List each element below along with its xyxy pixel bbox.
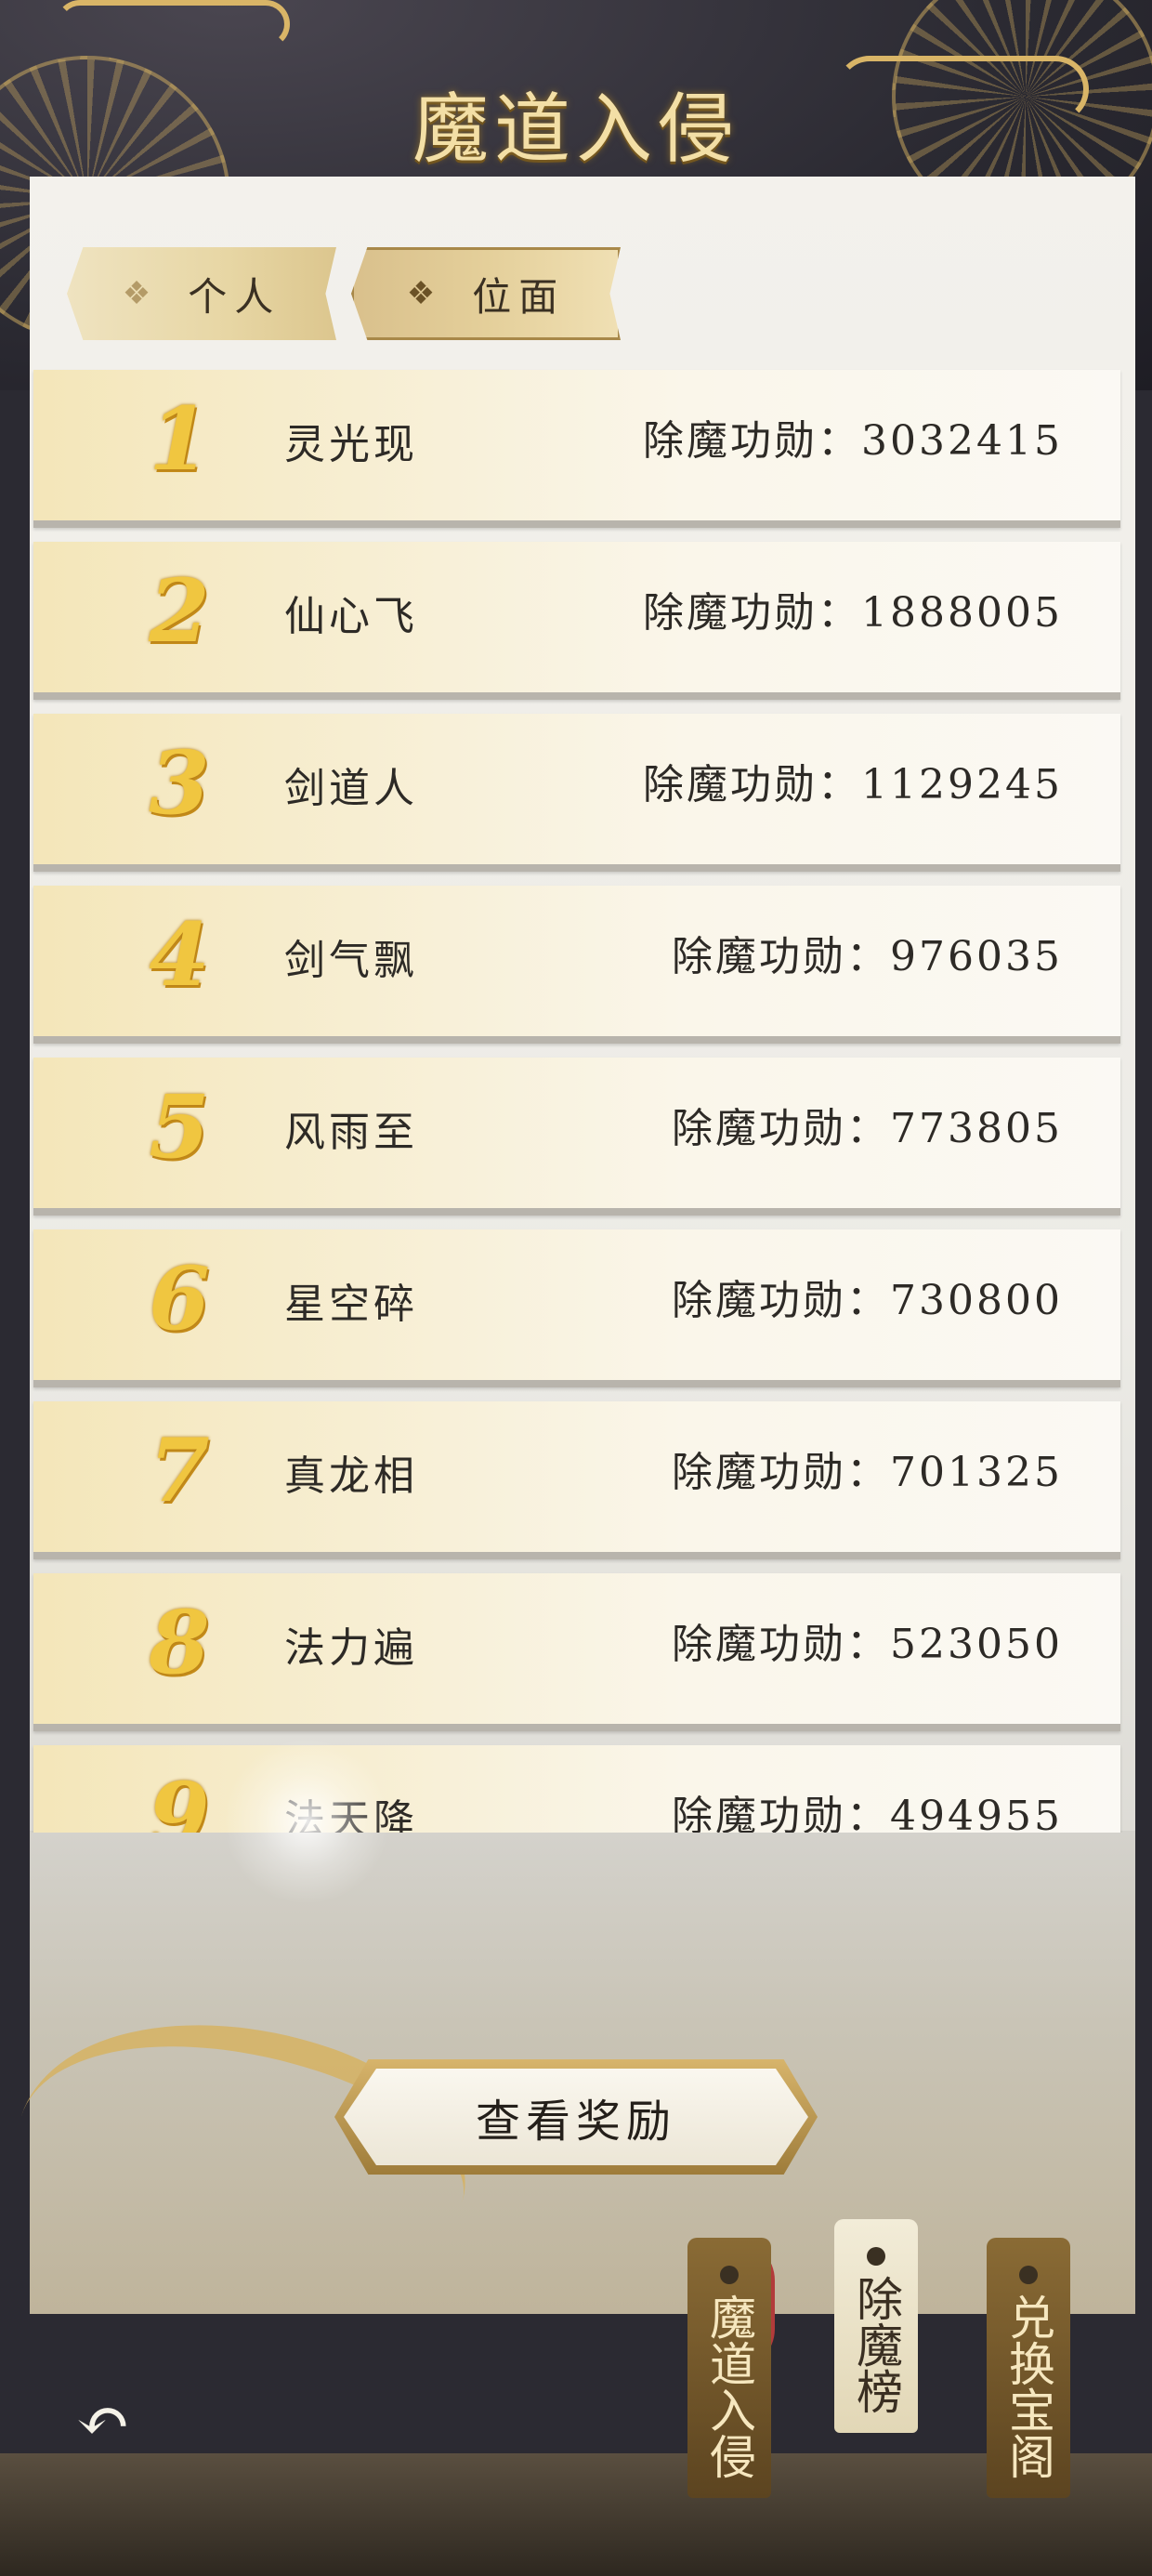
player-name: 星空碎: [284, 1281, 418, 1328]
merit-score: 除魔功勋：701325: [672, 1439, 1063, 1498]
rank-number: 6: [149, 1248, 210, 1350]
merit-label: 除魔功勋：: [643, 761, 862, 808]
merit-score: 除魔功勋：773805: [672, 1095, 1063, 1154]
merit-label: 除魔功勋：: [672, 933, 891, 980]
leaderboard-row: 7 真龙相 除魔功勋：701325: [33, 1401, 1120, 1559]
leaderboard-row: 3 剑道人 除魔功勋：1129245: [33, 714, 1120, 872]
rank-number: 1: [149, 388, 210, 491]
rank-number: 7: [149, 1420, 210, 1522]
merit-value: 773805: [890, 1105, 1063, 1152]
tag-hole: [720, 2266, 739, 2284]
rank-number: 9: [149, 1764, 210, 1833]
player-name: 风雨至: [284, 1109, 418, 1156]
merit-value: 1888005: [861, 589, 1063, 637]
tag-demon-ranking[interactable]: 除魔榜: [834, 2219, 918, 2433]
tab-label: 位面: [472, 273, 566, 320]
page-title: 魔道入侵: [412, 85, 740, 174]
diamond-icon: ❖: [406, 275, 436, 312]
tab-label: 个人: [188, 273, 281, 320]
merit-score: 除魔功勋：1888005: [643, 579, 1063, 638]
leaderboard-row: 6 星空碎 除魔功勋：730800: [33, 1229, 1120, 1387]
tab-personal[interactable]: ❖ 个人: [67, 247, 336, 340]
merit-score: 除魔功勋：730800: [672, 1267, 1063, 1326]
player-name: 剑道人: [284, 765, 418, 812]
merit-score: 除魔功勋：494955: [672, 1782, 1063, 1833]
merit-score: 除魔功勋：976035: [672, 923, 1063, 982]
diamond-icon: ❖: [122, 275, 151, 312]
merit-value: 3032415: [861, 417, 1063, 465]
tag-exchange-pavilion[interactable]: 兑换宝阁: [987, 2238, 1070, 2498]
tag-hole: [1019, 2266, 1038, 2284]
merit-label: 除魔功勋：: [672, 1277, 891, 1324]
rank-number: 3: [149, 732, 210, 835]
tab-plane[interactable]: ❖ 位面: [351, 247, 621, 340]
merit-label: 除魔功勋：: [672, 1793, 891, 1833]
ground-decoration: [0, 2453, 1152, 2576]
player-name: 法力遍: [284, 1624, 418, 1672]
decorative-cloud: [56, 0, 290, 48]
light-orb: [223, 1738, 390, 1905]
leaderboard-list[interactable]: 1 灵光现 除魔功勋：3032415 2 仙心飞 除魔功勋：1888005 3 …: [30, 368, 1126, 1833]
player-name: 仙心飞: [284, 593, 418, 640]
leaderboard-row: 9 法天降 除魔功勋：494955: [33, 1745, 1120, 1833]
tag-label: 兑换宝阁: [1001, 2293, 1055, 2479]
merit-value: 523050: [890, 1621, 1063, 1668]
player-name: 剑气飘: [284, 937, 418, 984]
back-arrow-icon[interactable]: ↶: [61, 2388, 145, 2453]
leaderboard-row: 2 仙心飞 除魔功勋：1888005: [33, 542, 1120, 700]
merit-score: 除魔功勋：3032415: [643, 407, 1063, 467]
leaderboard-row: 5 风雨至 除魔功勋：773805: [33, 1058, 1120, 1216]
merit-label: 除魔功勋：: [672, 1449, 891, 1496]
view-rewards-button[interactable]: 查看奖励: [344, 2069, 808, 2165]
merit-score: 除魔功勋：523050: [672, 1610, 1063, 1670]
tag-label: 魔道入侵: [702, 2293, 756, 2479]
leaderboard-row: 8 法力遍 除魔功勋：523050: [33, 1573, 1120, 1731]
merit-label: 除魔功勋：: [672, 1621, 891, 1668]
merit-value: 1129245: [861, 761, 1063, 808]
merit-value: 494955: [890, 1793, 1063, 1833]
merit-label: 除魔功勋：: [672, 1105, 891, 1152]
leaderboard-row: 4 剑气飘 除魔功勋：976035: [33, 886, 1120, 1044]
rank-number: 2: [149, 560, 210, 663]
leaderboard-row: 1 灵光现 除魔功勋：3032415: [33, 370, 1120, 528]
rank-number: 4: [149, 904, 210, 1006]
tag-demon-invasion[interactable]: 魔道入侵: [687, 2238, 771, 2498]
merit-score: 除魔功勋：1129245: [643, 751, 1063, 810]
player-name: 灵光现: [284, 421, 418, 468]
merit-value: 976035: [890, 933, 1063, 980]
merit-label: 除魔功勋：: [643, 589, 862, 637]
rank-number: 8: [149, 1592, 210, 1694]
tag-label: 除魔榜: [849, 2275, 903, 2414]
merit-label: 除魔功勋：: [643, 417, 862, 465]
merit-value: 730800: [890, 1277, 1063, 1324]
tag-hole: [867, 2247, 885, 2266]
rank-number: 5: [149, 1076, 210, 1178]
merit-value: 701325: [890, 1449, 1063, 1496]
player-name: 真龙相: [284, 1452, 418, 1500]
